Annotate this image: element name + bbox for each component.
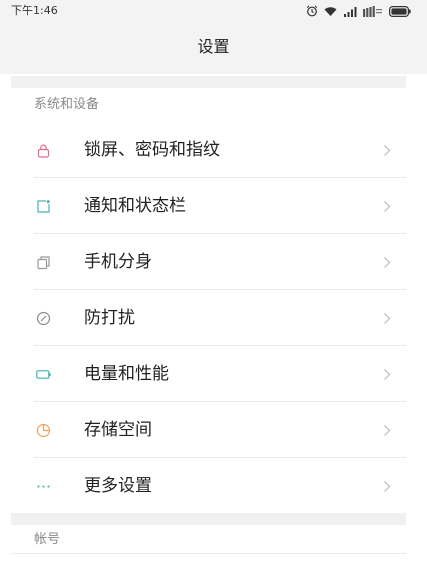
wifi-icon: [324, 6, 337, 17]
notification-icon: [36, 199, 51, 214]
settings-item-label: 电量和性能: [84, 364, 169, 384]
status-time: 下午1:46: [11, 4, 58, 17]
battery-icon: [36, 367, 51, 382]
section-gap: [11, 513, 406, 525]
second-space-icon: [36, 255, 51, 270]
section-header-account: 帐号: [34, 532, 61, 547]
lock-icon: [36, 143, 51, 158]
settings-item-label: 锁屏、密码和指纹: [84, 140, 220, 160]
chevron-right-icon: [383, 200, 391, 213]
settings-item-label: 手机分身: [84, 252, 152, 272]
section-gap: [11, 76, 406, 88]
settings-item-more-settings[interactable]: 更多设置: [0, 458, 427, 514]
settings-list: 锁屏、密码和指纹 通知和状态栏 手机分身 防打扰 电量和性能 存储空间 更多设置: [0, 122, 427, 514]
chevron-right-icon: [383, 312, 391, 325]
alarm-icon: [306, 5, 318, 17]
signal-icon: [343, 6, 357, 17]
status-bar: 下午1:46: [0, 0, 427, 22]
settings-item-label: 防打扰: [84, 308, 135, 328]
settings-item-do-not-disturb[interactable]: 防打扰: [0, 290, 427, 346]
battery-status-icon: [389, 5, 411, 17]
settings-item-label: 更多设置: [84, 476, 152, 496]
status-icons: [306, 4, 411, 18]
settings-item-label: 存储空间: [84, 420, 152, 440]
chevron-right-icon: [383, 144, 391, 157]
settings-item-lock-screen[interactable]: 锁屏、密码和指纹: [0, 122, 427, 178]
page-title: 设置: [197, 37, 230, 56]
do-not-disturb-icon: [36, 311, 51, 326]
chevron-right-icon: [383, 480, 391, 493]
storage-icon: [36, 423, 51, 438]
more-icon: [36, 479, 51, 494]
settings-item-second-space[interactable]: 手机分身: [0, 234, 427, 290]
settings-item-label: 通知和状态栏: [84, 196, 186, 216]
settings-item-battery-performance[interactable]: 电量和性能: [0, 346, 427, 402]
chevron-right-icon: [383, 424, 391, 437]
settings-item-storage[interactable]: 存储空间: [0, 402, 427, 458]
data-icon: [363, 5, 383, 17]
chevron-right-icon: [383, 368, 391, 381]
divider: [11, 553, 406, 554]
section-header-system: 系统和设备: [34, 97, 100, 112]
title-bar: 设置: [0, 22, 427, 74]
settings-item-notifications[interactable]: 通知和状态栏: [0, 178, 427, 234]
chevron-right-icon: [383, 256, 391, 269]
